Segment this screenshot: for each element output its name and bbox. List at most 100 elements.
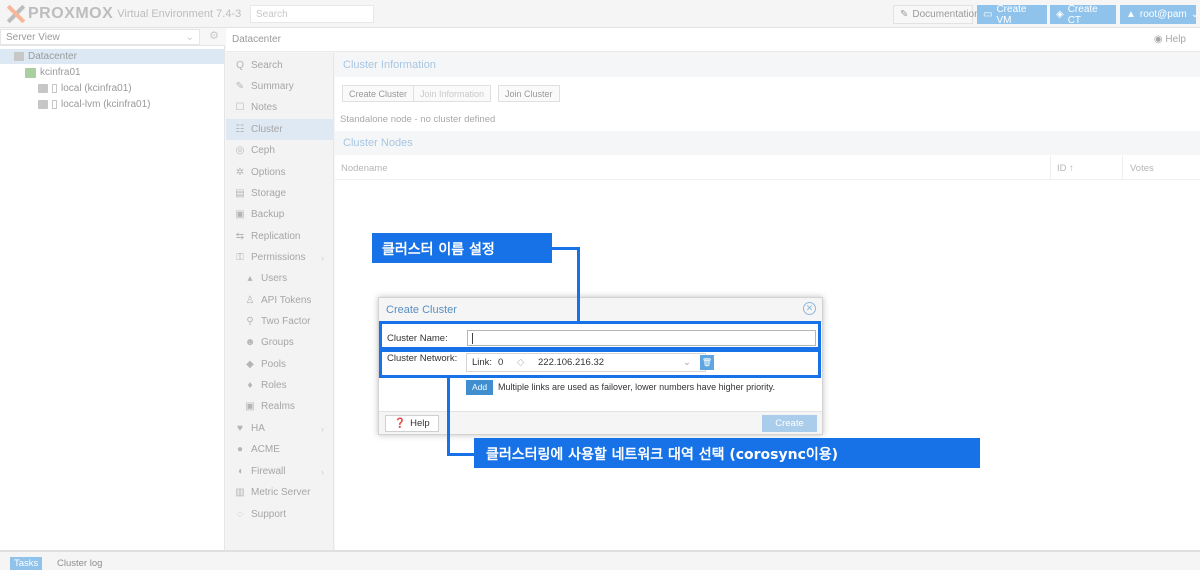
- gear-icon[interactable]: ⚙: [205, 29, 223, 45]
- highlight-cluster-network: [379, 349, 821, 378]
- chevron-down-icon: ⌄: [1190, 9, 1200, 20]
- breadcrumb-bar: Datacenter ◉ Help: [226, 28, 1200, 52]
- tree-item-label: kcinfra01: [40, 67, 81, 78]
- monitor-icon: ▭: [983, 9, 993, 20]
- column-id[interactable]: ID ↑: [1057, 163, 1074, 174]
- menu-item-options[interactable]: ✲ Options: [226, 162, 334, 183]
- menu-item-label: Replication: [251, 231, 301, 242]
- help-button-label: Help: [410, 418, 430, 429]
- close-icon[interactable]: ✕: [803, 302, 816, 315]
- cluster-nodes-grid-header: Nodename ID ↑ Votes: [335, 156, 1200, 180]
- column-divider: [1122, 156, 1123, 180]
- menu-item-search[interactable]: Q Search: [226, 55, 334, 76]
- storage-icon: [38, 84, 48, 93]
- menu-item-replication[interactable]: ⇆ Replication: [226, 226, 334, 247]
- create-ct-button[interactable]: ◈ Create CT: [1050, 4, 1116, 26]
- menu-item-label: Two Factor: [261, 316, 311, 327]
- dialog-help-button[interactable]: ❓ Help: [385, 415, 439, 432]
- menu-item-cluster[interactable]: ☷ Cluster: [226, 119, 334, 140]
- server-view-label: Server View: [6, 32, 60, 43]
- menu-item-label: Metric Server: [251, 487, 311, 498]
- menu-item-users[interactable]: ▴ Users: [226, 268, 334, 289]
- comments-icon: ◌: [237, 509, 243, 520]
- chevron-right-icon: ›: [321, 423, 324, 434]
- unlock-icon: ⚿: [236, 252, 244, 263]
- create-cluster-button[interactable]: Create Cluster: [342, 85, 415, 102]
- menu-item-storage[interactable]: ▤ Storage: [226, 183, 334, 204]
- storage-icon: ▤: [235, 188, 245, 199]
- menu-item-backup[interactable]: ▣ Backup: [226, 204, 334, 225]
- tab-tasks[interactable]: Tasks: [10, 557, 43, 570]
- male-icon: ♦: [247, 380, 253, 391]
- menu-item-groups[interactable]: ☻ Groups: [226, 332, 334, 353]
- cube-icon: ◈: [1056, 9, 1064, 20]
- menu-item-label: Support: [251, 509, 287, 520]
- menu-item-metric-server[interactable]: ▥ Metric Server: [226, 482, 334, 503]
- server-view-select[interactable]: Server View ⌄: [0, 29, 200, 45]
- gear-icon: ✲: [235, 167, 245, 178]
- join-cluster-button[interactable]: Join Cluster: [498, 85, 560, 102]
- menu-item-pools[interactable]: ◆ Pools: [226, 354, 334, 375]
- menu-item-realms[interactable]: ▣ Realms: [226, 396, 334, 417]
- heartbeat-icon: ♥: [237, 423, 243, 434]
- notes-icon: ☐: [235, 102, 245, 113]
- menu-item-firewall[interactable]: ◖ Firewall ›: [226, 461, 334, 482]
- create-vm-button[interactable]: ▭ Create VM: [977, 4, 1047, 26]
- tree-item-storage-local[interactable]: local (kcinfra01): [0, 81, 132, 96]
- menu-item-label: Roles: [261, 380, 287, 391]
- menu-item-label: Permissions: [251, 252, 306, 263]
- menu-item-acme[interactable]: ● ACME: [226, 439, 334, 460]
- menu-item-label: Groups: [261, 337, 294, 348]
- cluster-icon: ☷: [235, 124, 245, 135]
- tree-item-datacenter[interactable]: Datacenter: [0, 49, 224, 64]
- menu-item-permissions[interactable]: ⚿ Permissions ›: [226, 247, 334, 268]
- menu-item-ha[interactable]: ♥ HA ›: [226, 418, 334, 439]
- help-button[interactable]: ◉ Help: [1154, 34, 1186, 45]
- menu-item-summary[interactable]: ✎ Summary: [226, 76, 334, 97]
- add-link-note: Multiple links are used as failover, low…: [498, 382, 775, 392]
- proxmox-x-icon: [6, 5, 26, 23]
- datacenter-menu: Q Search ✎ Summary ☐ Notes ☷ Cluster ◎ Ceph ✲…: [226, 53, 334, 550]
- create-button[interactable]: Create: [762, 415, 817, 432]
- menu-item-label: Firewall: [251, 466, 286, 477]
- menu-item-label: Summary: [251, 81, 294, 92]
- chevron-right-icon: ›: [321, 252, 324, 263]
- callout-connector: [577, 247, 580, 322]
- floppy-icon: ▣: [235, 209, 245, 220]
- column-votes[interactable]: Votes: [1130, 163, 1154, 174]
- search-input[interactable]: Search: [250, 5, 374, 23]
- column-nodename[interactable]: Nodename: [341, 163, 387, 174]
- menu-item-api-tokens[interactable]: ♙ API Tokens: [226, 290, 334, 311]
- standalone-status: Standalone node - no cluster defined: [340, 114, 496, 125]
- chevron-right-icon: ›: [321, 466, 324, 477]
- callout-connector: [447, 453, 475, 456]
- tree-item-label: local-lvm (kcinfra01): [61, 99, 151, 110]
- bar-chart-icon: ▥: [235, 487, 245, 498]
- user-label: root@pam: [1139, 9, 1187, 20]
- top-bar: PROXMOX Virtual Environment 7.4-3 Search…: [0, 0, 1200, 28]
- menu-item-notes[interactable]: ☐ Notes: [226, 97, 334, 118]
- tree-item-label: Datacenter: [28, 51, 77, 62]
- user-icon: ▲: [1126, 9, 1136, 20]
- tree-item-storage-local-lvm[interactable]: local-lvm (kcinfra01): [0, 97, 150, 112]
- user-outline-icon: ♙: [245, 295, 255, 306]
- documentation-button[interactable]: ✎ Documentation: [893, 5, 980, 24]
- tab-cluster-log[interactable]: Cluster log: [57, 558, 102, 569]
- add-link-button[interactable]: Add: [466, 380, 493, 395]
- retweet-icon: ⇆: [235, 231, 245, 242]
- highlight-cluster-name: [379, 321, 821, 350]
- menu-item-label: Backup: [251, 209, 285, 220]
- menu-item-label: Search: [251, 60, 283, 71]
- menu-item-ceph[interactable]: ◎ Ceph: [226, 140, 334, 161]
- menu-item-label: Realms: [261, 401, 295, 412]
- ceph-icon: ◎: [235, 145, 245, 156]
- join-information-button[interactable]: Join Information: [413, 85, 492, 102]
- user-menu-button[interactable]: ▲ root@pam ⌄: [1120, 5, 1200, 24]
- menu-item-support[interactable]: ◌ Support: [226, 504, 334, 525]
- resource-tree-header: Server View ⌄ ⚙: [0, 28, 225, 46]
- tree-item-node[interactable]: kcinfra01: [0, 65, 81, 80]
- node-icon: [25, 67, 36, 78]
- user-icon: ▴: [247, 273, 253, 284]
- menu-item-two-factor[interactable]: ⚲ Two Factor: [226, 311, 334, 332]
- menu-item-roles[interactable]: ♦ Roles: [226, 375, 334, 396]
